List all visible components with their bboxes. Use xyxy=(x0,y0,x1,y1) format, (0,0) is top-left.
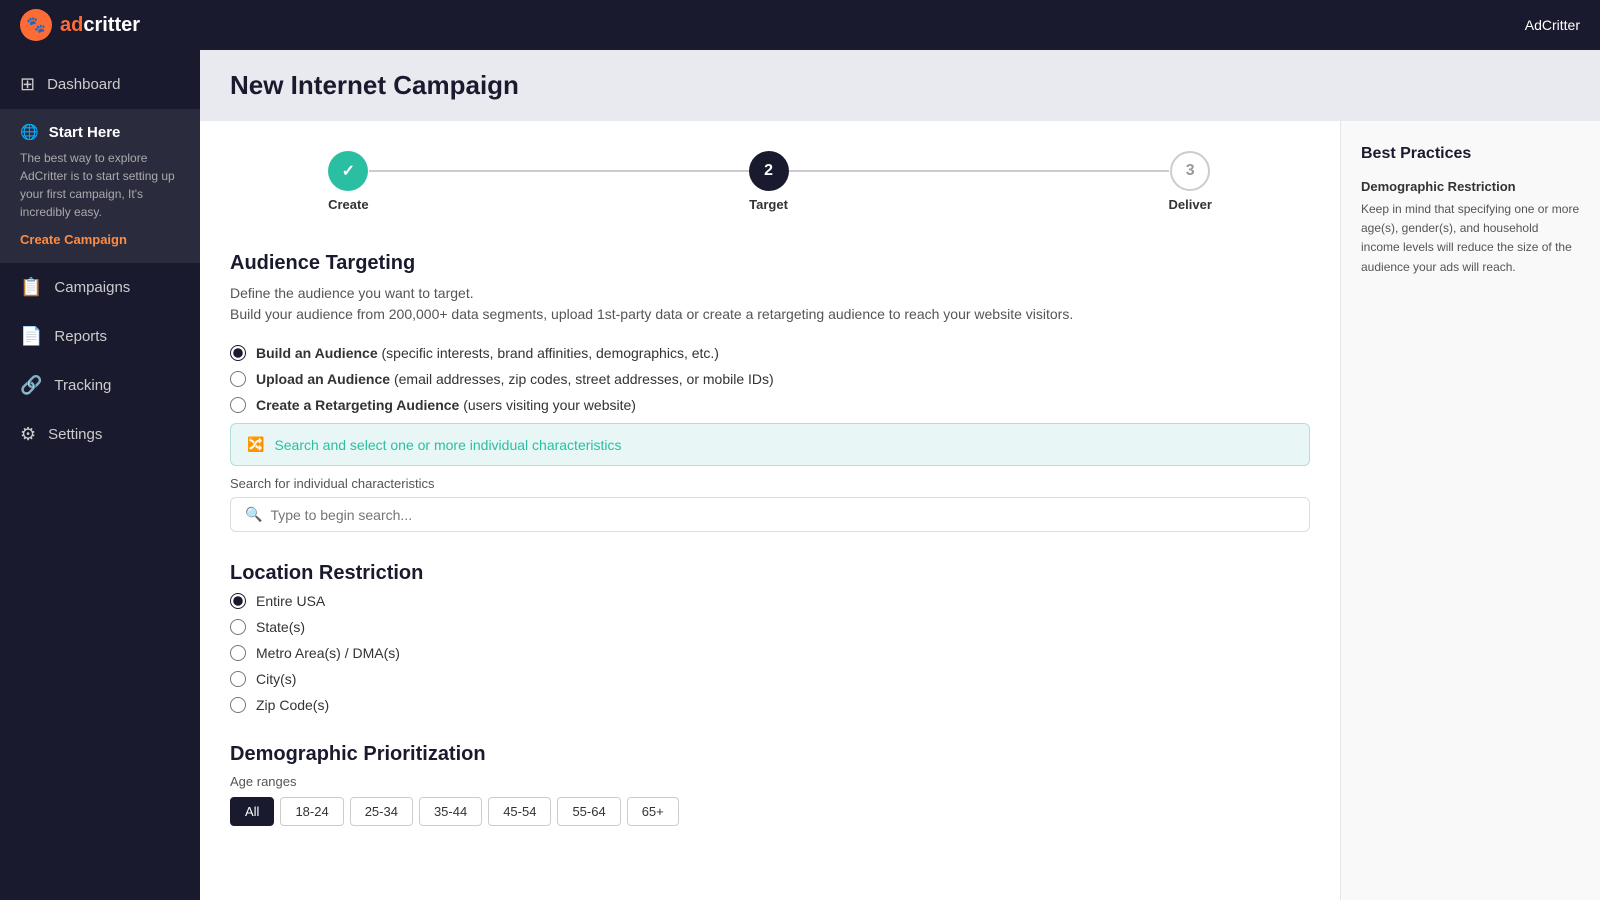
demographic-title: Demographic Prioritization xyxy=(230,743,1310,766)
form-area: ✓ Create 2 Target 3 Deliver xyxy=(200,121,1340,900)
sidebar-item-settings[interactable]: ⚙ Settings xyxy=(0,410,200,459)
demographic-section: Demographic Prioritization Age ranges Al… xyxy=(230,743,1310,826)
audience-targeting-desc1: Define the audience you want to target. … xyxy=(230,283,1310,325)
start-here-icon: 🌐 xyxy=(20,123,39,141)
location-option-metro[interactable]: Metro Area(s) / DMA(s) xyxy=(230,645,1310,661)
age-ranges-label: Age ranges xyxy=(230,774,1310,789)
reports-icon: 📄 xyxy=(20,326,42,347)
location-option-usa[interactable]: Entire USA xyxy=(230,593,1310,609)
step-line-2 xyxy=(789,170,1169,172)
audience-radio-upload[interactable] xyxy=(230,371,246,387)
location-label-states: State(s) xyxy=(256,619,305,635)
characteristics-icon: 🔀 xyxy=(247,436,264,453)
sidebar-item-dashboard[interactable]: ⊞ Dashboard xyxy=(0,60,200,109)
age-btn-25-34[interactable]: 25-34 xyxy=(350,797,413,826)
location-option-zip[interactable]: Zip Code(s) xyxy=(230,697,1310,713)
location-label-city: City(s) xyxy=(256,671,296,687)
audience-radio-group: Build an Audience (specific interests, b… xyxy=(230,345,1310,413)
location-restriction-section: Location Restriction Entire USA State(s) xyxy=(230,562,1310,713)
step-label-target: Target xyxy=(749,197,788,212)
location-radio-states[interactable] xyxy=(230,619,246,635)
location-radio-group: Entire USA State(s) Metro Area(s) / DMA(… xyxy=(230,593,1310,713)
step-circle-deliver: 3 xyxy=(1170,151,1210,191)
sidebar-item-campaigns[interactable]: 📋 Campaigns xyxy=(0,263,200,312)
step-label-deliver: Deliver xyxy=(1169,197,1212,212)
location-radio-city[interactable] xyxy=(230,671,246,687)
age-btn-65plus[interactable]: 65+ xyxy=(627,797,679,826)
content-body: ✓ Create 2 Target 3 Deliver xyxy=(200,121,1600,900)
layout: ⊞ Dashboard 🌐 Start Here The best way to… xyxy=(0,50,1600,900)
main-content: New Internet Campaign ✓ Create 2 Target xyxy=(200,50,1600,900)
location-radio-metro[interactable] xyxy=(230,645,246,661)
location-radio-zip[interactable] xyxy=(230,697,246,713)
search-icon: 🔍 xyxy=(245,506,262,523)
sidebar-label-campaigns: Campaigns xyxy=(54,279,130,296)
step-line-1 xyxy=(369,170,749,172)
step-circle-create: ✓ xyxy=(328,151,368,191)
location-radio-usa[interactable] xyxy=(230,593,246,609)
sidebar-label-settings: Settings xyxy=(48,426,102,443)
step-label-create: Create xyxy=(328,197,368,212)
page-title: New Internet Campaign xyxy=(230,70,1570,101)
campaigns-icon: 📋 xyxy=(20,277,42,298)
audience-targeting-title: Audience Targeting xyxy=(230,252,1310,275)
step-target: 2 Target xyxy=(749,151,789,212)
user-name: AdCritter xyxy=(1525,17,1580,33)
sidebar-item-tracking[interactable]: 🔗 Tracking xyxy=(0,361,200,410)
step-create: ✓ Create xyxy=(328,151,368,212)
age-btn-35-44[interactable]: 35-44 xyxy=(419,797,482,826)
sidebar-item-start-here[interactable]: 🌐 Start Here The best way to explore AdC… xyxy=(0,109,200,263)
sidebar-label-tracking: Tracking xyxy=(54,377,111,394)
audience-option-retargeting[interactable]: Create a Retargeting Audience (users vis… xyxy=(230,397,1310,413)
logo-text: adcritter xyxy=(60,14,140,37)
search-input-wrap: 🔍 xyxy=(230,497,1310,532)
dashboard-icon: ⊞ xyxy=(20,74,35,95)
age-btn-18-24[interactable]: 18-24 xyxy=(280,797,343,826)
bp-subtitle-0: Demographic Restriction xyxy=(1361,179,1580,194)
audience-radio-retargeting[interactable] xyxy=(230,397,246,413)
location-restriction-title: Location Restriction xyxy=(230,562,1310,585)
location-label-usa: Entire USA xyxy=(256,593,325,609)
location-option-states[interactable]: State(s) xyxy=(230,619,1310,635)
audience-option-upload[interactable]: Upload an Audience (email addresses, zip… xyxy=(230,371,1310,387)
logo: 🐾 adcritter xyxy=(20,9,140,41)
age-btn-45-54[interactable]: 45-54 xyxy=(488,797,551,826)
step-circle-target: 2 xyxy=(749,151,789,191)
location-label-zip: Zip Code(s) xyxy=(256,697,329,713)
top-nav: 🐾 adcritter AdCritter xyxy=(0,0,1600,50)
step-deliver: 3 Deliver xyxy=(1169,151,1212,212)
page-header: New Internet Campaign xyxy=(200,50,1600,121)
audience-option-build[interactable]: Build an Audience (specific interests, b… xyxy=(230,345,1310,361)
sidebar-item-reports[interactable]: 📄 Reports xyxy=(0,312,200,361)
best-practices-title: Best Practices xyxy=(1361,145,1580,163)
right-panel: Best Practices Demographic Restriction K… xyxy=(1340,121,1600,900)
age-btn-all[interactable]: All xyxy=(230,797,274,826)
stepper: ✓ Create 2 Target 3 Deliver xyxy=(230,151,1310,212)
search-field-label: Search for individual characteristics xyxy=(230,476,1310,491)
create-campaign-link[interactable]: Create Campaign xyxy=(20,232,127,247)
age-buttons: All 18-24 25-34 35-44 45-54 55-64 65+ xyxy=(230,797,1310,826)
audience-targeting-section: Audience Targeting Define the audience y… xyxy=(230,252,1310,532)
location-option-city[interactable]: City(s) xyxy=(230,671,1310,687)
logo-icon: 🐾 xyxy=(20,9,52,41)
age-btn-55-64[interactable]: 55-64 xyxy=(557,797,620,826)
search-input[interactable] xyxy=(270,507,1295,523)
search-characteristics-label: Search and select one or more individual… xyxy=(274,437,621,453)
settings-icon: ⚙ xyxy=(20,424,36,445)
bp-desc-0: Keep in mind that specifying one or more… xyxy=(1361,200,1580,277)
search-characteristics-box[interactable]: 🔀 Search and select one or more individu… xyxy=(230,423,1310,466)
start-here-label: Start Here xyxy=(49,124,121,141)
sidebar-label-dashboard: Dashboard xyxy=(47,76,120,93)
sidebar: ⊞ Dashboard 🌐 Start Here The best way to… xyxy=(0,50,200,900)
tracking-icon: 🔗 xyxy=(20,375,42,396)
start-here-desc: The best way to explore AdCritter is to … xyxy=(20,149,180,221)
audience-radio-build[interactable] xyxy=(230,345,246,361)
sidebar-label-reports: Reports xyxy=(54,328,107,345)
location-label-metro: Metro Area(s) / DMA(s) xyxy=(256,645,400,661)
